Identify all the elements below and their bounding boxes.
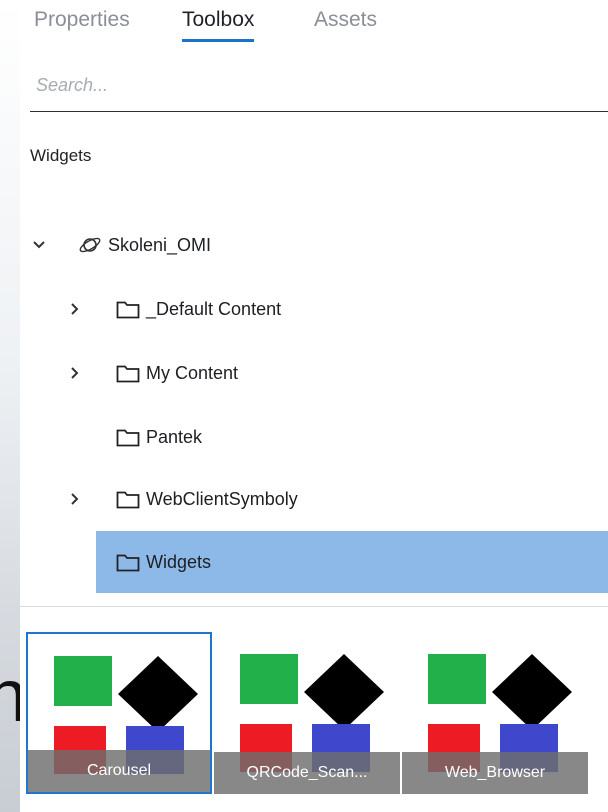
folder-icon xyxy=(116,299,140,319)
tree-item-label: My Content xyxy=(146,362,239,383)
widget-tile-label: QRCode_Scan... xyxy=(214,752,400,794)
tree-item-label: WebClientSymboly xyxy=(146,488,298,509)
tree-item-widgets[interactable]: Widgets xyxy=(96,531,608,593)
tab-bar: Properties Toolbox Assets xyxy=(20,0,608,50)
search-box xyxy=(30,58,608,112)
background-letter: n xyxy=(0,640,20,752)
folder-icon xyxy=(116,363,140,383)
tree-item-webclientsymboly[interactable]: WebClientSymboly xyxy=(20,468,608,530)
folder-icon xyxy=(116,552,140,572)
chevron-right-icon[interactable] xyxy=(66,364,84,382)
chevron-right-icon[interactable] xyxy=(66,490,84,508)
tree-item-label: Pantek xyxy=(146,426,203,447)
widget-tile-carousel[interactable]: Carousel xyxy=(26,632,212,794)
widget-tile-qrcode-scanner[interactable]: QRCode_Scan... xyxy=(214,632,400,794)
folder-icon xyxy=(116,427,140,447)
tab-assets[interactable]: Assets xyxy=(314,8,377,42)
chevron-down-icon[interactable] xyxy=(30,236,48,254)
tab-assets-label: Assets xyxy=(314,8,378,31)
tree-item-label: Widgets xyxy=(146,551,212,572)
search-input[interactable] xyxy=(30,70,602,100)
tab-toolbox[interactable]: Toolbox xyxy=(182,8,255,42)
tree-root-label: Skoleni_OMI xyxy=(108,234,212,255)
widget-tile-web-browser[interactable]: Web_Browser xyxy=(402,632,588,794)
widget-tile-label: Web_Browser xyxy=(402,752,588,794)
tree-item-label: _Default Content xyxy=(146,298,282,319)
widget-gallery: Carousel QRCode_Scan... Web_Browser xyxy=(20,606,608,812)
background-strip: n xyxy=(0,0,20,812)
section-title: Widgets xyxy=(30,146,92,165)
tree-root-skoleni-omi[interactable]: Skoleni_OMI xyxy=(20,214,608,276)
tab-properties-label: Properties xyxy=(34,8,130,31)
widget-tile-label: Carousel xyxy=(28,750,210,792)
planet-icon xyxy=(78,234,102,256)
chevron-right-icon[interactable] xyxy=(66,300,84,318)
toolbox-panel: Properties Toolbox Assets Widgets Skolen… xyxy=(20,0,608,812)
tab-toolbox-label: Toolbox xyxy=(182,8,255,31)
folder-icon xyxy=(116,489,140,509)
tree-item-my-content[interactable]: My Content xyxy=(20,342,608,404)
active-tab-indicator xyxy=(182,39,255,42)
tree-item-default-content[interactable]: _Default Content xyxy=(20,278,608,340)
tab-properties[interactable]: Properties xyxy=(34,8,130,42)
tree-item-pantek[interactable]: Pantek xyxy=(20,406,608,468)
